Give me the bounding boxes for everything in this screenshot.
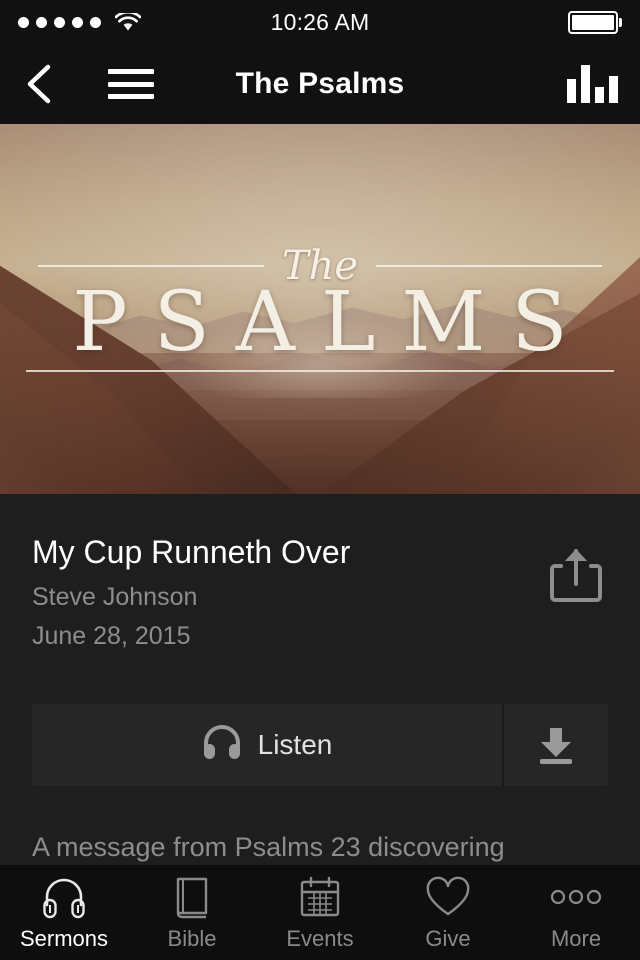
tab-bar: Sermons Bible Events Give More <box>0 865 640 960</box>
download-icon <box>540 727 572 764</box>
nav-bar: The Psalms <box>0 44 640 124</box>
tab-sermons[interactable]: Sermons <box>0 865 128 960</box>
ellipsis-icon <box>549 874 603 920</box>
chevron-left-icon[interactable] <box>22 62 56 106</box>
page-title: The Psalms <box>235 67 405 100</box>
tab-bible[interactable]: Bible <box>128 865 256 960</box>
share-icon[interactable] <box>548 544 604 606</box>
hero-rule-bottom <box>25 370 615 373</box>
download-button[interactable] <box>502 703 608 786</box>
sermon-date: June 28, 2015 <box>32 621 191 650</box>
book-icon <box>172 874 212 920</box>
series-hero-image[interactable]: The PSALMS <box>0 124 640 494</box>
heart-icon <box>425 874 471 920</box>
sermon-title: My Cup Runneth Over <box>32 534 351 570</box>
hero-rule-left <box>38 264 264 267</box>
tab-events[interactable]: Events <box>256 865 384 960</box>
tab-label: Bible <box>167 925 217 951</box>
sermon-detail: My Cup Runneth Over Steve Johnson June 2… <box>0 494 640 867</box>
tab-give[interactable]: Give <box>384 865 512 960</box>
sermon-meta: My Cup Runneth Over Steve Johnson June 2… <box>32 532 548 656</box>
listen-label: Listen <box>257 728 333 760</box>
wifi-icon <box>115 12 141 32</box>
tab-label: Events <box>286 925 354 951</box>
headphones-icon <box>202 724 242 765</box>
headphones-icon <box>41 874 87 920</box>
status-bar: 10:26 AM <box>0 0 640 44</box>
sermon-description: A message from Psalms 23 discovering <box>32 831 505 862</box>
hero-series-name: PSALMS <box>72 274 594 370</box>
battery-full-icon <box>568 10 622 34</box>
hero-rule-right <box>376 264 602 267</box>
tab-label: More <box>550 925 602 951</box>
tab-more[interactable]: More <box>512 865 640 960</box>
tab-label: Give <box>425 925 471 951</box>
tab-label: Sermons <box>19 925 109 951</box>
hamburger-menu-icon[interactable] <box>108 69 154 99</box>
bar-chart-icon[interactable] <box>567 65 618 103</box>
listen-button[interactable]: Listen <box>32 703 502 786</box>
hero-typography: The PSALMS <box>0 124 640 494</box>
sermon-actions: Listen <box>32 703 608 786</box>
signal-dots-icon <box>18 16 101 28</box>
sermon-header: My Cup Runneth Over Steve Johnson June 2… <box>32 532 608 656</box>
sermon-speaker: Steve Johnson <box>32 583 198 611</box>
calendar-icon <box>298 874 342 920</box>
